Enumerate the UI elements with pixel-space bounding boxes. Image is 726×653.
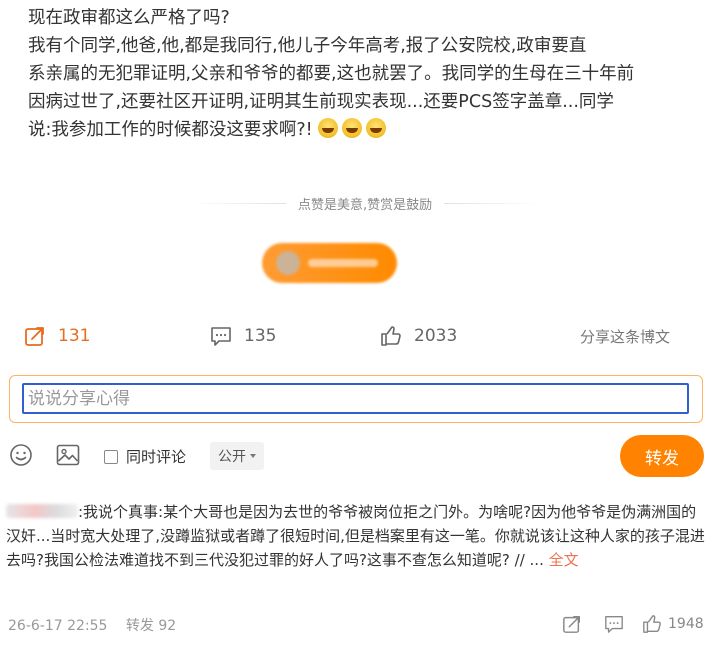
comment-icon [211, 327, 231, 346]
post-line: 说:我参加工作的时候都没这要求啊?! [28, 116, 718, 144]
post-content: 现在政审都这么严格了吗? 我有个同学,他爸,他,都是我同行,他儿子今年高考,报了… [28, 4, 718, 144]
laugh-cry-emoji [318, 118, 339, 138]
comment-icon [605, 616, 623, 633]
comment-share-button[interactable] [562, 612, 582, 636]
like-count: 2033 [414, 326, 458, 346]
comment-like-button[interactable]: 1948 [642, 612, 704, 636]
reward-label-blurred [308, 259, 378, 267]
reward-slogan: 点赞是美意,赞赏是鼓励 [190, 193, 541, 213]
thumbs-up-icon [643, 615, 661, 633]
image-icon [56, 444, 80, 466]
comment-reply-button[interactable] [604, 612, 624, 636]
share-icon [563, 616, 580, 633]
comment-editor [9, 375, 703, 423]
share-button[interactable]: 131 [24, 318, 90, 354]
commenter-name-blurred[interactable] [6, 504, 78, 518]
like-button[interactable]: 2033 [380, 318, 457, 354]
post-actions: 131 135 2033 分享这条博文 [0, 318, 726, 354]
sync-comment-label: 同时评论 [126, 448, 187, 466]
post-line-text: 说:我参加工作的时候都没这要求啊?! [28, 120, 313, 140]
divider [444, 202, 541, 204]
sync-comment-option[interactable]: 同时评论 [104, 446, 186, 467]
forward-button[interactable]: 转发 [620, 435, 704, 477]
post-line: 因病过世了,还要社区开证明,证明其生前现实表现...还要PCS签字盖章...同学 [28, 92, 614, 112]
share-post-link[interactable]: 分享这条博文 [580, 326, 670, 347]
share-icon [25, 327, 44, 346]
comment-meta: 26-6-17 22:55 转发 92 [8, 615, 176, 635]
smiley-icon [10, 444, 32, 466]
thumbs-up-icon [381, 326, 401, 346]
emoji-button[interactable] [9, 443, 33, 471]
comment-input[interactable] [22, 383, 689, 414]
avatar [276, 251, 300, 275]
post-line: 系亲属的无犯罪证明,父亲和爷爷的都要,这也就罢了。我同学的生母在三十年前 [28, 64, 635, 84]
comment-text: :我说个真事:某个大哥也是因为去世的爷爷被岗位拒之门外。为啥呢?因为他爷爷是伪满… [6, 503, 705, 569]
comment-body: :我说个真事:某个大哥也是因为去世的爷爷被岗位拒之门外。为啥呢?因为他爷爷是伪满… [6, 500, 706, 572]
visibility-value: 公开 [218, 449, 246, 465]
post-title: 现在政审都这么严格了吗? [28, 8, 230, 28]
sync-comment-checkbox[interactable] [104, 449, 118, 464]
reward-slogan-text: 点赞是美意,赞赏是鼓励 [297, 197, 433, 213]
comment-count: 135 [244, 326, 277, 346]
reward-button[interactable] [262, 243, 397, 283]
comment-button[interactable]: 135 [210, 318, 276, 354]
comment-like-count: 1948 [668, 616, 704, 632]
share-count: 131 [58, 326, 91, 346]
laugh-cry-emoji [366, 118, 387, 138]
comment-item: :我说个真事:某个大哥也是因为去世的爷爷被岗位拒之门外。为啥呢?因为他爷爷是伪满… [6, 500, 706, 572]
image-button[interactable] [56, 444, 80, 470]
post-line: 我有个同学,他爸,他,都是我同行,他儿子今年高考,报了公安院校,政审要直 [28, 36, 587, 56]
comment-reposts[interactable]: 转发 92 [126, 618, 176, 634]
chevron-down-icon [250, 454, 256, 458]
comment-time: 26-6-17 22:55 [8, 618, 108, 634]
laugh-cry-emoji [342, 118, 363, 138]
full-text-link[interactable]: 全文 [549, 551, 579, 569]
visibility-select[interactable]: 公开 [210, 442, 264, 470]
divider [190, 202, 286, 204]
